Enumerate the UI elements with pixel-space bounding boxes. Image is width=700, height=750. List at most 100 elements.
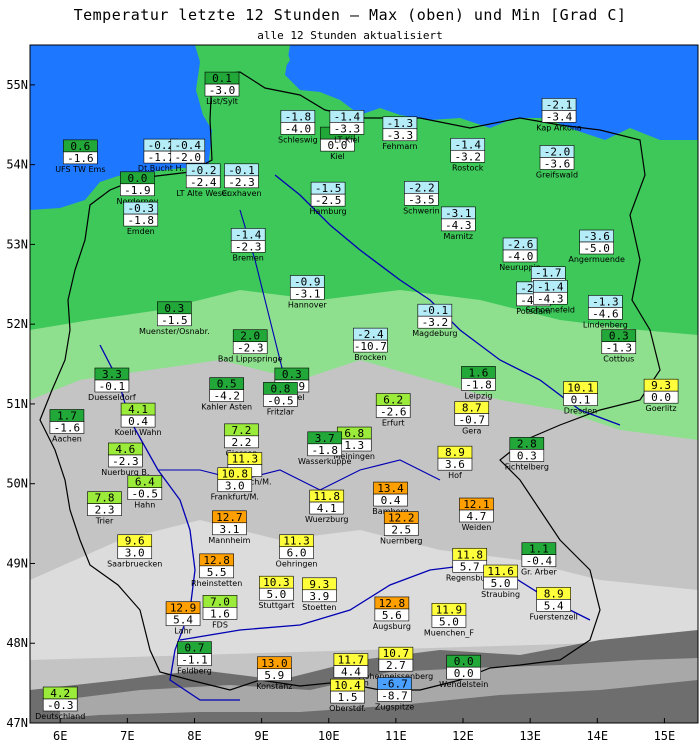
station-name: Angermuende: [568, 255, 625, 264]
station-marker[interactable]: -0.1-3.2Magdeburg: [412, 303, 457, 338]
station-min-value: 5.0: [439, 615, 459, 628]
station-marker[interactable]: 0.8-0.5Fritzlar: [263, 382, 298, 416]
station-name: Koeln Wahn: [115, 428, 162, 437]
station-min-value: -1.7: [148, 151, 175, 164]
station-marker[interactable]: -1.4-3.3LT Kiel: [329, 110, 365, 144]
station-marker[interactable]: 10.35.0Stuttgart: [258, 575, 294, 610]
station-marker[interactable]: 2.80.3Fichtelberg: [505, 437, 549, 471]
station-marker[interactable]: -1.3-4.6Lindenberg: [583, 295, 628, 329]
station-marker[interactable]: 11.65.0Straubing: [481, 564, 520, 599]
station-min-value: -1.8: [128, 214, 155, 227]
station-marker[interactable]: 12.22.5Nuernberg: [380, 511, 422, 546]
station-marker[interactable]: 9.30.0Goerlitz: [643, 378, 679, 413]
station-name: Feldberg: [177, 667, 212, 676]
station-marker[interactable]: 4.10.4Koeln Wahn: [115, 402, 162, 437]
station-max-value: 11.3: [232, 453, 259, 466]
station-marker[interactable]: 9.33.9Stoetten: [302, 577, 337, 612]
station-min-value: -3.2: [454, 150, 481, 163]
station-name: Cottbus: [603, 355, 634, 364]
station-marker[interactable]: -6.7-8.7Zugspitze: [375, 677, 414, 711]
station-marker[interactable]: 1.6-1.8Leipzig: [461, 366, 496, 400]
station-min-value: -3.3: [387, 129, 414, 142]
station-marker[interactable]: -1.3-3.3Fehmarn: [382, 116, 417, 151]
station-marker[interactable]: 3.3-0.1Duesseldorf: [88, 367, 136, 402]
station-marker[interactable]: 12.73.1Mannheim: [208, 510, 251, 545]
station-name: Cuxhaven: [221, 189, 261, 198]
station-min-value: 5.7: [460, 560, 480, 573]
station-min-value: -2.5: [315, 194, 342, 207]
station-name: Deutschland: [35, 712, 85, 721]
station-marker[interactable]: 12.85.6Augsburg: [373, 596, 411, 631]
station-min-value: 0.0: [651, 391, 671, 404]
station-min-value: -5.0: [583, 242, 610, 255]
lon-label: 15E: [654, 729, 676, 743]
station-name: Fichtelberg: [505, 462, 549, 471]
station-marker[interactable]: 11.36.0Oehringen: [276, 534, 318, 569]
station-marker[interactable]: 0.7-1.1Feldberg: [177, 641, 212, 676]
lat-label: 49N: [6, 556, 28, 570]
station-marker[interactable]: -0.9-3.1Hannover: [288, 275, 328, 309]
station-min-value: 5.5: [207, 566, 227, 579]
station-min-value: 5.9: [264, 669, 284, 682]
lon-label: 13E: [519, 729, 541, 743]
station-marker[interactable]: 1.1-0.4Gr. Arber: [521, 542, 558, 577]
station-min-value: 3.0: [225, 480, 245, 493]
station-marker[interactable]: -1.4-2.3Bremen: [230, 228, 266, 262]
station-marker[interactable]: -0.3-1.8Emden: [123, 201, 159, 236]
station-marker[interactable]: -0.4-2.0: [170, 138, 206, 164]
station-marker[interactable]: 0.3-1.3Cottbus: [601, 329, 637, 364]
station-name: Rostock: [452, 163, 484, 172]
station-marker[interactable]: -1.4-4.3Schoenefeld: [526, 279, 575, 314]
station-marker[interactable]: -1.8-4.0Schleswig: [278, 110, 318, 144]
station-marker[interactable]: 10.10.1Dresden: [563, 381, 598, 416]
station-min-value: 0.4: [128, 415, 148, 428]
station-marker[interactable]: 11.84.1Wuerzburg: [305, 489, 348, 524]
station-name: Erfurt: [382, 419, 405, 428]
station-marker[interactable]: 12.14.7Weiden: [459, 497, 494, 532]
station-min-value: 1.5: [338, 691, 358, 704]
lat-label: 50N: [6, 477, 28, 491]
station-marker[interactable]: -2.1-3.4Kap Arkona: [536, 98, 582, 132]
station-marker[interactable]: -3.1-4.3Marnitz: [441, 206, 476, 241]
station-marker[interactable]: 4.6-2.3Nuerburg B.: [101, 442, 149, 477]
lon-label: 10E: [318, 729, 340, 743]
station-min-value: -4.6: [592, 307, 619, 320]
station-marker[interactable]: -0.1-2.3Cuxhaven: [221, 163, 262, 198]
station-min-value: -0.5: [267, 394, 294, 407]
station-min-value: 0.4: [381, 494, 401, 507]
station-marker[interactable]: -2.2-3.5Schwerin: [403, 181, 440, 215]
station-min-value: -1.6: [67, 152, 94, 165]
station-name: Zugspitze: [375, 702, 414, 711]
station-marker[interactable]: 10.41.5Oberstdf.: [329, 678, 366, 713]
station-marker[interactable]: 0.0-1.9Norderney: [116, 171, 159, 206]
station-marker[interactable]: 0.1-3.0List/Sylt: [204, 71, 240, 106]
station-min-value: -4.3: [537, 292, 564, 305]
station-name: Saarbruecken: [107, 560, 162, 569]
station-marker[interactable]: 8.95.4Fuerstenzell: [530, 587, 578, 621]
station-marker[interactable]: -2.4-10.7Brocken: [353, 327, 388, 362]
station-name: Schleswig: [278, 135, 318, 144]
station-marker[interactable]: 1.7-1.6Aachen: [49, 409, 85, 443]
station-name: UFS TW Ems: [55, 165, 105, 174]
station-marker[interactable]: -1.4-3.2Rostock: [450, 137, 486, 172]
station-min-value: 0.1: [571, 394, 591, 407]
station-marker[interactable]: 0.00.0Wendelstein: [439, 654, 488, 689]
station-marker[interactable]: 13.05.9Konstanz: [256, 656, 293, 691]
station-name: List/Sylt: [206, 97, 238, 106]
station-marker[interactable]: -1.5-2.5Hamburg: [310, 181, 347, 216]
station-min-value: -2.6: [380, 406, 407, 419]
station-name: Kiel: [330, 152, 345, 161]
station-name: Fehmarn: [382, 142, 417, 151]
station-min-value: -1.3: [606, 342, 633, 355]
lat-label: 51N: [6, 397, 28, 411]
station-marker[interactable]: 10.83.0Frankfurt/M.: [211, 467, 259, 502]
station-min-value: -3.6: [544, 157, 571, 170]
lat-label: 48N: [6, 636, 28, 650]
station-name: Wasserkuppe: [298, 457, 351, 466]
station-min-value: 3.9: [309, 590, 329, 603]
station-name: Augsburg: [373, 622, 411, 631]
station-marker[interactable]: -2.0-3.6Greifswald: [536, 145, 578, 179]
station-min-value: 5.4: [544, 599, 564, 612]
station-name: Konstanz: [256, 682, 292, 691]
station-name: Oehringen: [276, 560, 318, 569]
